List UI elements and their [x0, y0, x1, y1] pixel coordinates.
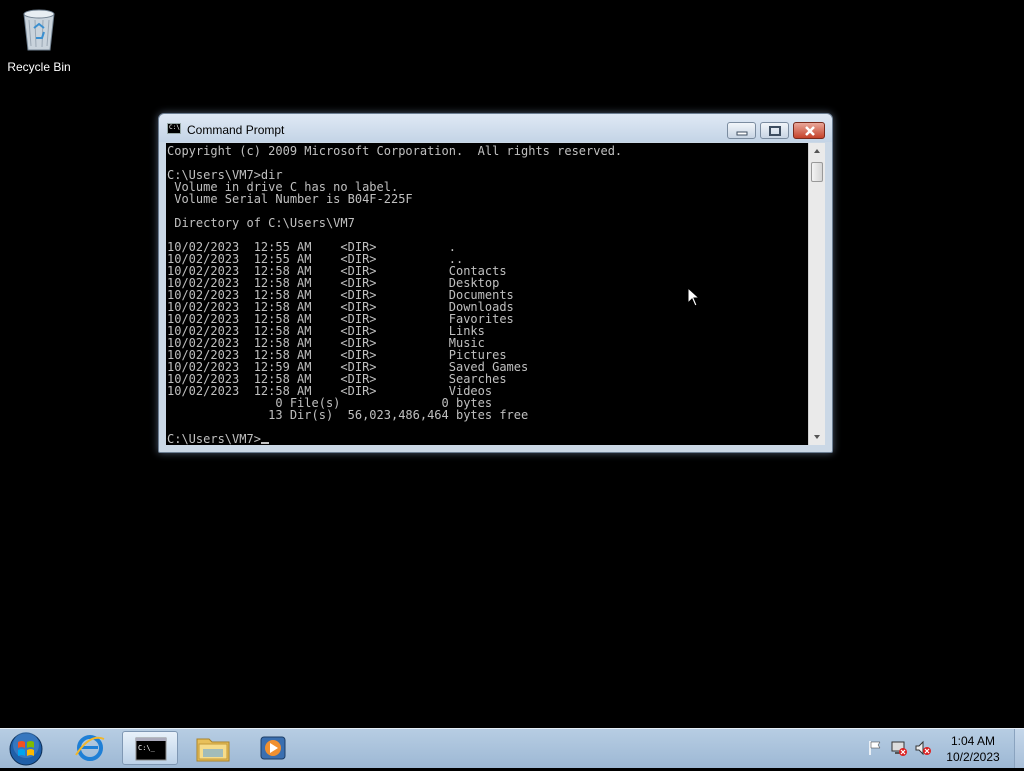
windows-start-orb-icon [9, 732, 43, 766]
maximize-button[interactable] [760, 122, 789, 139]
scrollbar-thumb[interactable] [811, 162, 823, 182]
internet-explorer-icon [75, 735, 105, 761]
recycle-bin-icon [23, 9, 55, 51]
minimize-button[interactable] [727, 122, 756, 139]
close-icon [805, 126, 815, 136]
console-text: Copyright (c) 2009 Microsoft Corporation… [167, 144, 623, 445]
close-button[interactable] [793, 122, 825, 139]
taskbar-media-player[interactable] [245, 731, 301, 765]
recycle-bin-label: Recycle Bin [7, 60, 71, 74]
command-prompt-window[interactable]: C:\ Command Prompt Copyright (c) 2009 Mi… [158, 113, 833, 453]
taskbar-command-prompt[interactable]: C:\_ [122, 731, 178, 765]
scroll-up-arrow-icon[interactable] [809, 143, 825, 160]
console-output[interactable]: Copyright (c) 2009 Microsoft Corporation… [166, 143, 808, 445]
console-cursor [260, 442, 269, 444]
svg-text:C:\_: C:\_ [138, 744, 156, 752]
start-button[interactable] [6, 731, 46, 767]
desktop: Recycle Bin C:\ Command Prompt Copyright… [0, 0, 1024, 728]
maximize-icon [769, 126, 781, 136]
taskbar-windows-explorer[interactable] [185, 731, 241, 765]
console-prompt: C:\Users\VM7> [167, 432, 261, 445]
taskbar-clock[interactable]: 1:04 AM 10/2/2023 [940, 733, 1006, 765]
media-player-icon [260, 736, 286, 760]
network-disconnected-icon[interactable] [890, 739, 908, 757]
minimize-icon [736, 131, 748, 136]
scroll-down-arrow-icon[interactable] [809, 428, 825, 445]
show-desktop-button[interactable] [1014, 729, 1024, 768]
cmd-icon: C:\ [167, 123, 181, 134]
vertical-scrollbar[interactable] [808, 143, 825, 445]
volume-muted-icon[interactable] [914, 739, 932, 757]
window-title: Command Prompt [187, 123, 285, 137]
clock-date: 10/2/2023 [946, 750, 1000, 764]
window-titlebar[interactable]: C:\ Command Prompt [159, 114, 832, 142]
command-prompt-icon: C:\_ [135, 737, 167, 761]
recycle-bin-shortcut[interactable]: Recycle Bin [4, 6, 74, 74]
mouse-pointer-icon [687, 287, 701, 307]
taskbar: C:\_ 1:04 AM 10/2/2023 [0, 728, 1024, 768]
clock-time: 1:04 AM [950, 734, 996, 748]
windows-explorer-icon [196, 738, 230, 762]
action-center-flag-icon[interactable] [866, 739, 884, 757]
taskbar-internet-explorer[interactable] [62, 731, 118, 765]
